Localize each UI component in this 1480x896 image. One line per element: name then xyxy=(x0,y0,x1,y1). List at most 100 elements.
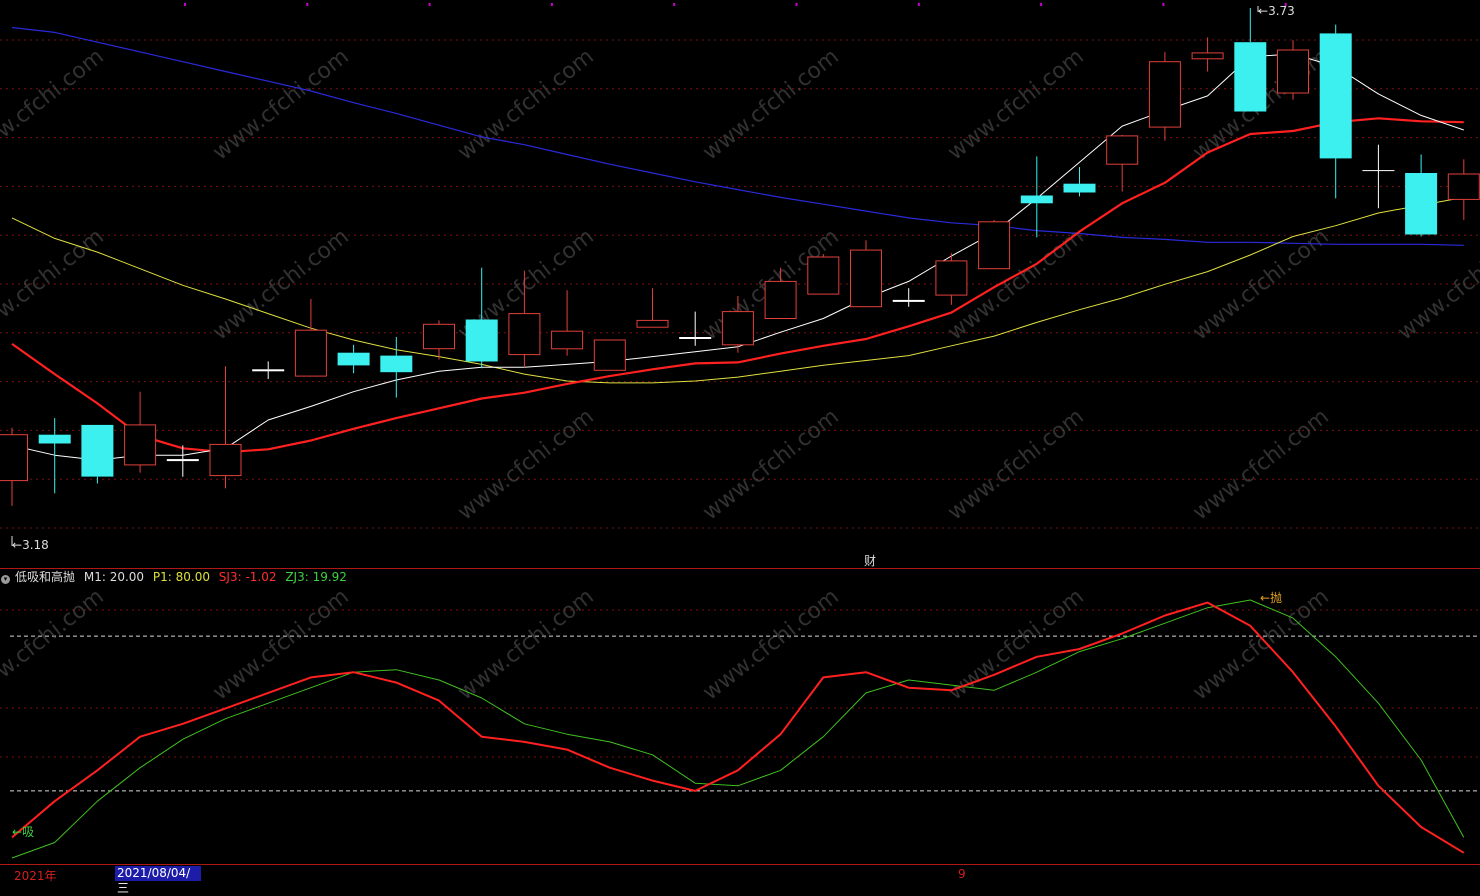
candle-body xyxy=(850,249,882,308)
candle-body xyxy=(1063,183,1096,193)
candle-body xyxy=(1362,170,1395,172)
sell-signal-text: 抛 xyxy=(1270,591,1283,605)
candle xyxy=(81,424,114,484)
watermark-text: www.cfchi.com xyxy=(453,44,598,165)
candle xyxy=(294,299,327,377)
candle-body xyxy=(1106,135,1139,165)
indicator-zj3: ZJ3: 19.92 xyxy=(285,570,347,584)
top-marker-dot xyxy=(550,3,553,6)
time-axis-month: 9 xyxy=(958,867,966,881)
candle-body xyxy=(337,352,370,366)
watermark-text: www.cfchi.com xyxy=(943,404,1088,525)
watermark-text: www.cfchi.com xyxy=(698,584,843,705)
event-marker-cai[interactable]: 财 xyxy=(864,554,876,568)
arrow-left-icon: ← xyxy=(12,538,23,552)
low-price-label: ←3.18 xyxy=(12,538,49,552)
arrow-left-icon: ← xyxy=(1260,591,1271,605)
high-price-label: ←3.73 xyxy=(1258,4,1295,18)
top-markers xyxy=(184,3,1287,6)
indicator-lines xyxy=(11,599,1465,859)
candle xyxy=(423,320,455,360)
candle xyxy=(337,344,370,374)
candle xyxy=(0,427,28,506)
candle-body xyxy=(1234,42,1267,112)
indicator-d-line xyxy=(11,599,1465,859)
candle-body xyxy=(679,337,712,339)
candle-body xyxy=(0,434,28,482)
candle xyxy=(892,288,925,307)
high-price-value: 3.73 xyxy=(1268,4,1295,18)
candle-body xyxy=(209,443,242,477)
candle-body xyxy=(1447,173,1480,200)
candle-body xyxy=(38,434,71,444)
candle xyxy=(1148,51,1181,141)
top-marker-dot xyxy=(428,3,431,6)
buy-signal-text: 吸 xyxy=(22,825,35,839)
candle-body xyxy=(721,311,754,346)
watermark-text: www.cfchi.com xyxy=(0,44,109,165)
candle xyxy=(1319,24,1352,199)
watermark-text: www.cfchi.com xyxy=(208,44,353,165)
arrow-left-icon: ← xyxy=(12,825,23,839)
candle-body xyxy=(636,319,669,328)
candle-body xyxy=(81,424,114,477)
arrow-left-icon: ← xyxy=(1258,4,1269,18)
candle-body xyxy=(551,330,584,350)
candle-body xyxy=(166,459,199,462)
candle xyxy=(252,361,285,379)
watermark-text: www.cfchi.com xyxy=(0,224,109,345)
indicator-name[interactable]: 低吸和高抛 xyxy=(15,570,75,584)
sell-signal-label: ←抛 xyxy=(1260,591,1282,605)
candle-body xyxy=(978,221,1011,270)
candle xyxy=(1447,159,1480,220)
candle xyxy=(209,366,242,489)
top-marker-dot xyxy=(1040,3,1043,6)
low-price-value: 3.18 xyxy=(22,538,49,552)
chevron-down-icon[interactable]: ▾ xyxy=(1,575,10,584)
candle xyxy=(1362,144,1395,209)
candle-body xyxy=(1319,33,1352,159)
candle-body xyxy=(764,280,797,319)
buy-signal-label: ←吸 xyxy=(12,825,34,839)
kline-chart-canvas[interactable]: www.cfchi.com www.cfchi.com www.cfchi.com w… xyxy=(0,0,1480,885)
candle xyxy=(38,418,71,494)
candle xyxy=(850,240,882,308)
annotations xyxy=(11,6,1259,546)
candle-body xyxy=(1191,52,1224,60)
time-axis-year: 2021年 xyxy=(14,869,57,883)
top-marker-dot xyxy=(184,3,186,6)
candlestick-series[interactable] xyxy=(0,8,1480,506)
candle-body xyxy=(1020,195,1053,204)
candle xyxy=(1277,40,1309,100)
watermark-text: www.cfchi.com xyxy=(453,404,598,525)
top-marker-dot xyxy=(1162,3,1165,6)
candle xyxy=(593,339,626,371)
candle-body xyxy=(1277,49,1309,94)
time-axis-cursor-date: 2021/08/04/三 xyxy=(115,866,201,895)
candle-body xyxy=(1405,173,1438,235)
watermark-layer: www.cfchi.com www.cfchi.com www.cfchi.com w… xyxy=(0,44,1480,705)
watermark-text: www.cfchi.com xyxy=(1188,404,1333,525)
watermark-text: www.cfchi.com xyxy=(208,224,353,345)
top-marker-dot xyxy=(306,3,309,6)
candle xyxy=(380,337,413,398)
watermark-text: www.cfchi.com xyxy=(1393,224,1480,345)
candle-body xyxy=(593,339,626,371)
candle-body xyxy=(1148,61,1181,128)
watermark-text: www.cfchi.com xyxy=(943,44,1088,165)
watermark-text: www.cfchi.com xyxy=(698,404,843,525)
indicator-p1: P1: 80.00 xyxy=(152,570,210,584)
candle-body xyxy=(423,323,455,350)
candle xyxy=(1020,156,1053,238)
candle-body xyxy=(294,329,327,377)
candle xyxy=(1191,37,1224,72)
candle xyxy=(1106,134,1139,192)
candle-body xyxy=(892,299,925,302)
candle-body xyxy=(252,369,285,372)
candle xyxy=(807,254,840,295)
indicator-header: ▾ 低吸和高抛 M1: 20.00 P1: 80.00 SJ3: -1.02 ZJ… xyxy=(0,570,352,585)
watermark-text: www.cfchi.com xyxy=(698,44,843,165)
indicator-m1: M1: 20.00 xyxy=(83,570,145,584)
top-marker-dot xyxy=(917,3,920,6)
candle-body xyxy=(465,319,498,362)
